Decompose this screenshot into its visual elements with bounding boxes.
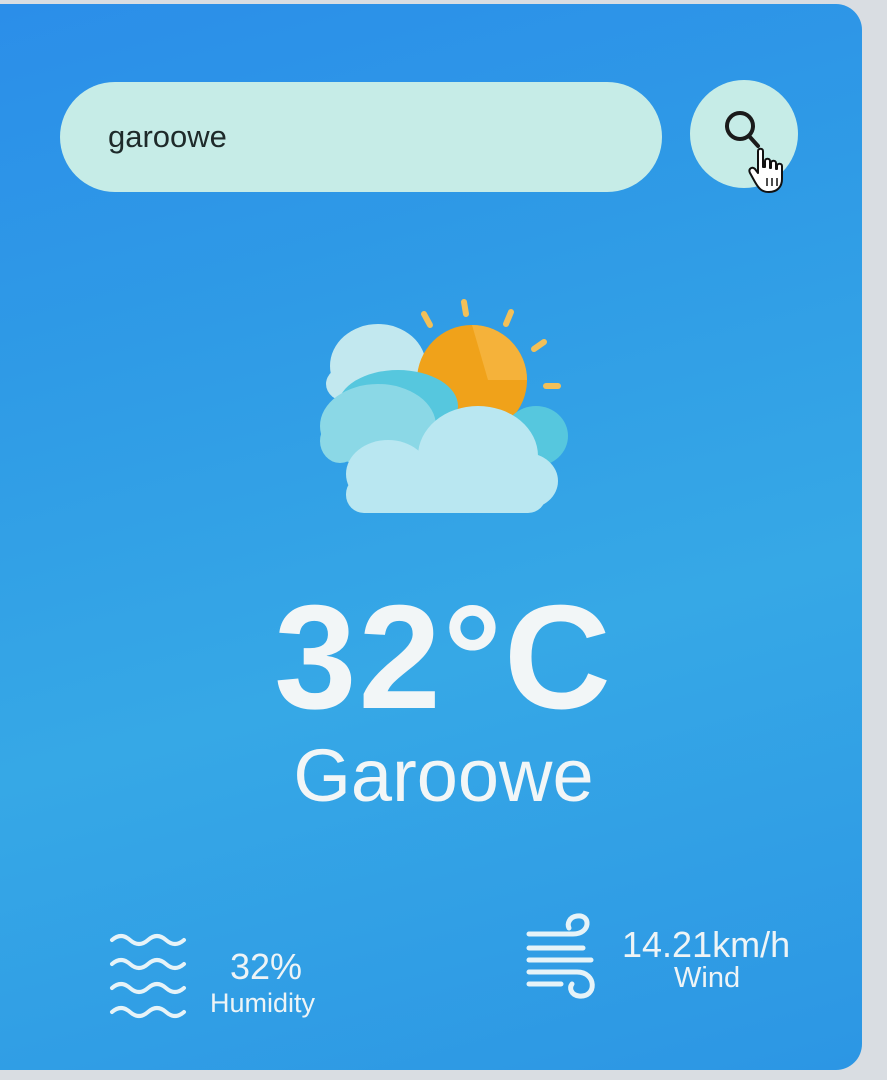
wind-value: 14.21km/h bbox=[622, 924, 791, 965]
hand-cursor-icon bbox=[748, 147, 783, 193]
temperature: 32°C bbox=[274, 575, 613, 740]
wind-icon bbox=[526, 913, 595, 999]
wind-label: Wind bbox=[674, 962, 741, 994]
weather-card: 32°C Garoowe 32% Humidity 14.21km/h Wind bbox=[0, 4, 862, 1070]
sun-behind-clouds-icon bbox=[320, 299, 568, 513]
humidity-label: Humidity bbox=[210, 988, 316, 1018]
search-field[interactable] bbox=[60, 82, 662, 192]
humidity-value: 32% bbox=[230, 946, 303, 987]
city-name: Garoowe bbox=[293, 734, 594, 817]
humidity-waves-icon bbox=[110, 934, 186, 1018]
search-input[interactable] bbox=[108, 119, 628, 155]
